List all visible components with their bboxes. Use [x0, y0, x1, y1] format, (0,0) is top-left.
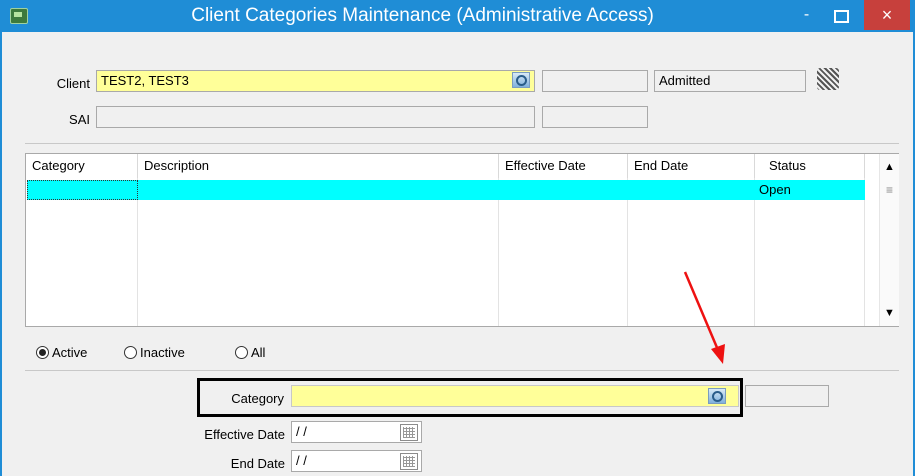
app-window: Client Categories Maintenance (Administr… [0, 0, 915, 476]
annotation-arrow-icon [683, 271, 725, 364]
